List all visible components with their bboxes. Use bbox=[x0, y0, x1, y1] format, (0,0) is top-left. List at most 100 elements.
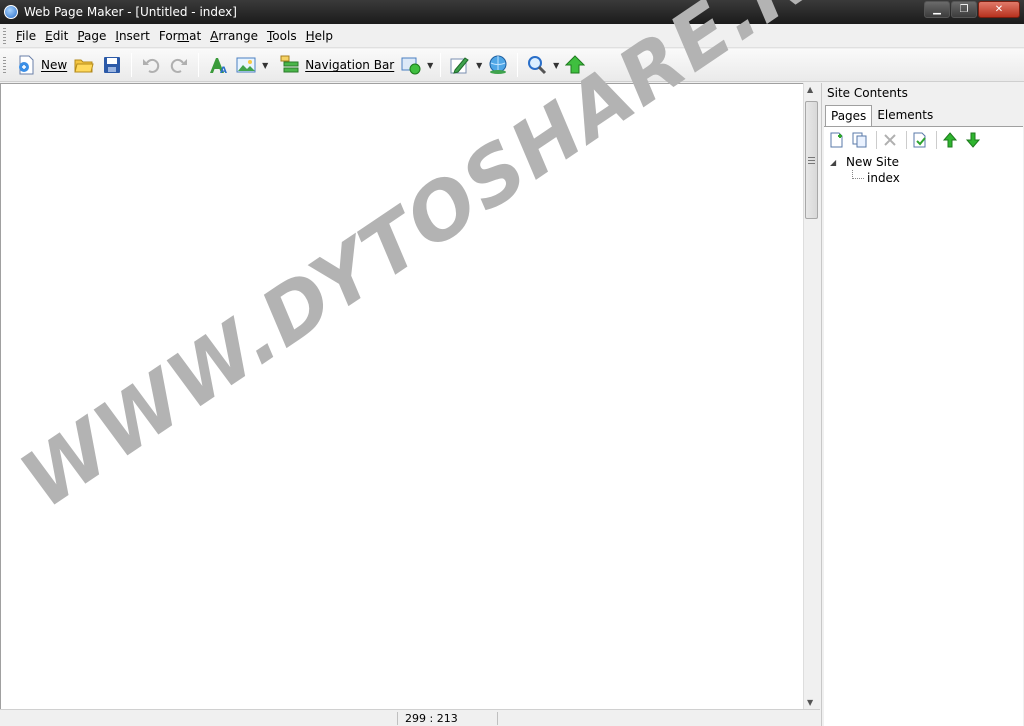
menu-format[interactable]: Format bbox=[155, 29, 205, 43]
move-page-up-button[interactable] bbox=[940, 130, 960, 150]
pages-panel-body: ◢ New Site index bbox=[824, 126, 1023, 726]
window-title: Web Page Maker - [Untitled - index] bbox=[24, 5, 237, 19]
new-button[interactable]: New bbox=[12, 51, 70, 79]
toolbar-separator bbox=[131, 53, 133, 77]
insert-image-button[interactable] bbox=[232, 51, 260, 79]
scroll-up-arrow-icon[interactable]: ▲ bbox=[807, 85, 813, 94]
tab-pages[interactable]: Pages bbox=[825, 105, 873, 127]
menu-file[interactable]: File bbox=[12, 29, 40, 43]
publish-globe-icon bbox=[487, 54, 509, 76]
svg-text:A: A bbox=[220, 66, 227, 75]
menu-help-label: Help bbox=[305, 29, 333, 43]
toolbar-separator bbox=[198, 53, 200, 77]
restore-button[interactable]: ❐ bbox=[951, 1, 977, 18]
site-tree: ◢ New Site index bbox=[830, 154, 900, 186]
panel-toolbar-separator bbox=[906, 131, 907, 149]
menu-arrange[interactable]: Arrange bbox=[206, 29, 262, 43]
tree-item-index[interactable]: index bbox=[830, 169, 900, 186]
menu-page[interactable]: Page bbox=[73, 29, 110, 43]
edit-icon bbox=[449, 54, 471, 76]
scroll-down-arrow-icon[interactable]: ▼ bbox=[807, 698, 813, 707]
undo-icon bbox=[140, 54, 162, 76]
delete-icon bbox=[884, 134, 896, 146]
edit-dropdown-arrow-icon[interactable]: ▼ bbox=[474, 54, 484, 76]
shape-dropdown-arrow-icon[interactable]: ▼ bbox=[425, 54, 435, 76]
new-page-icon bbox=[15, 54, 37, 76]
title-bar: Web Page Maker - [Untitled - index] ▁ ❐ … bbox=[0, 0, 1024, 24]
scroll-thumb[interactable] bbox=[805, 101, 818, 219]
tree-root-label: New Site bbox=[846, 155, 900, 169]
tree-collapse-icon[interactable]: ◢ bbox=[830, 158, 840, 167]
save-button[interactable] bbox=[98, 51, 126, 79]
panel-toolbar-separator bbox=[876, 131, 877, 149]
publish-button[interactable] bbox=[484, 51, 512, 79]
zoom-button[interactable] bbox=[523, 51, 551, 79]
navigation-bar-icon bbox=[279, 54, 301, 76]
toolbar-separator bbox=[517, 53, 519, 77]
navigation-bar-label: Navigation Bar bbox=[305, 58, 395, 72]
edit-button[interactable] bbox=[446, 51, 474, 79]
vertical-scrollbar[interactable]: ▲ ▼ bbox=[803, 83, 819, 709]
navigation-bar-button[interactable]: Navigation Bar bbox=[276, 51, 397, 79]
menu-insert[interactable]: Insert bbox=[111, 29, 153, 43]
menu-insert-label: Insert bbox=[115, 29, 150, 43]
status-divider bbox=[497, 712, 498, 725]
menu-bar: File Edit Page Insert Format Arrange Too… bbox=[0, 25, 1024, 48]
add-page-icon bbox=[830, 132, 843, 148]
arrow-up-icon bbox=[942, 132, 958, 148]
delete-page-button[interactable] bbox=[880, 130, 900, 150]
menubar-grip[interactable] bbox=[3, 28, 6, 44]
page-properties-icon bbox=[913, 132, 926, 148]
menu-arrange-label: Arrange bbox=[210, 29, 258, 43]
toolbar-separator bbox=[440, 53, 442, 77]
panel-title: Site Contents bbox=[827, 86, 908, 100]
insert-text-button[interactable]: A bbox=[204, 51, 232, 79]
main-toolbar: New A ▼ Navigation Bar ▼ ▼ ▼ bbox=[0, 49, 1024, 82]
shape-icon bbox=[400, 54, 422, 76]
redo-icon bbox=[168, 54, 190, 76]
menu-tools-label: Tools bbox=[267, 29, 297, 43]
page-properties-button[interactable] bbox=[910, 130, 930, 150]
app-window: Web Page Maker - [Untitled - index] ▁ ❐ … bbox=[0, 0, 1024, 726]
new-button-label: New bbox=[41, 58, 68, 72]
panel-tabs: Pages Elements bbox=[825, 105, 938, 127]
minimize-button[interactable]: ▁ bbox=[924, 1, 950, 18]
app-logo-icon bbox=[4, 5, 18, 19]
menu-edit-label: Edit bbox=[45, 29, 69, 43]
tree-connector bbox=[852, 169, 864, 179]
page-canvas[interactable]: WWW.DYTOSHARE.NET bbox=[0, 0, 924, 709]
zoom-icon bbox=[526, 54, 548, 76]
status-bar: 299 : 213 bbox=[0, 709, 820, 726]
menu-tools[interactable]: Tools bbox=[263, 29, 301, 43]
image-dropdown-arrow-icon[interactable]: ▼ bbox=[260, 54, 270, 76]
menu-edit[interactable]: Edit bbox=[41, 29, 72, 43]
insert-shape-button[interactable] bbox=[397, 51, 425, 79]
arrow-down-icon bbox=[965, 132, 981, 148]
toolbar-grip[interactable] bbox=[3, 57, 6, 73]
duplicate-page-button[interactable] bbox=[850, 130, 870, 150]
close-button[interactable]: ✕ bbox=[978, 1, 1020, 18]
move-page-down-button[interactable] bbox=[963, 130, 983, 150]
duplicate-page-icon bbox=[852, 132, 867, 148]
image-icon bbox=[235, 54, 257, 76]
scroll-thumb-grip bbox=[808, 157, 815, 164]
tree-root[interactable]: ◢ New Site bbox=[830, 154, 900, 170]
text-icon: A bbox=[207, 54, 229, 76]
undo-button[interactable] bbox=[137, 51, 165, 79]
tree-item-label: index bbox=[867, 171, 900, 185]
menu-format-label: Format bbox=[158, 29, 202, 43]
panel-toolbar-separator bbox=[936, 131, 937, 149]
menu-file-label: File bbox=[16, 29, 37, 43]
cursor-coordinates: 299 : 213 bbox=[405, 712, 458, 725]
tab-elements[interactable]: Elements bbox=[872, 105, 938, 127]
zoom-dropdown-arrow-icon[interactable]: ▼ bbox=[551, 54, 561, 76]
status-divider bbox=[397, 712, 398, 725]
open-button[interactable] bbox=[70, 51, 98, 79]
save-icon bbox=[101, 54, 123, 76]
redo-button[interactable] bbox=[165, 51, 193, 79]
open-folder-icon bbox=[73, 54, 95, 76]
window-controls: ▁ ❐ ✕ bbox=[923, 1, 1020, 18]
menu-page-label: Page bbox=[77, 29, 107, 43]
menu-help[interactable]: Help bbox=[302, 29, 337, 43]
add-page-button[interactable] bbox=[827, 130, 847, 150]
